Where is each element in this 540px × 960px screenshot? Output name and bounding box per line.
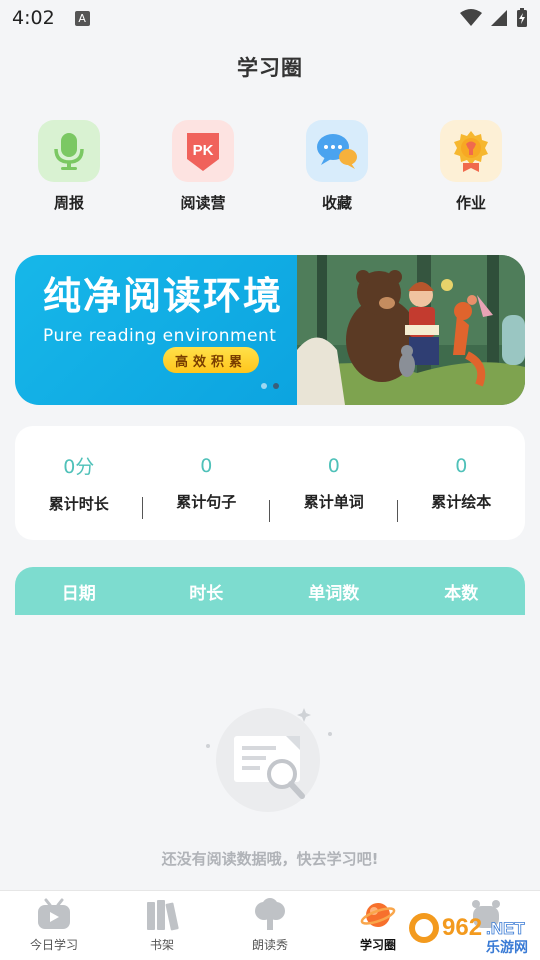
nav-label: 今日学习 <box>29 938 78 952</box>
stat-value: 0 <box>327 454 340 477</box>
tv-icon <box>36 897 72 933</box>
records-table-header: 日期 时长 单词数 本数 <box>15 567 525 615</box>
tree-icon <box>252 897 288 933</box>
empty-state-message: 还没有阅读数据哦，快去学习吧! <box>161 850 379 868</box>
banner-pagination <box>261 383 279 389</box>
microphone-icon <box>38 120 100 182</box>
banner-subtitle: Pure reading environment <box>43 326 277 346</box>
quick-action-label: 作业 <box>455 194 486 212</box>
nav-label: 朗读秀 <box>251 938 288 952</box>
stat-value: 0 <box>455 454 468 477</box>
books-icon <box>144 897 180 933</box>
stat-value: 0分 <box>63 456 95 478</box>
quick-actions: 周报 PK 阅读营 收藏 作业 <box>0 120 540 213</box>
stat-value: 0 <box>200 454 213 477</box>
nav-item-bookshelf[interactable]: 书架 <box>108 891 216 960</box>
stat-total-picturebooks: 0 累计绘本 <box>398 455 526 512</box>
nav-label: 书架 <box>149 938 174 952</box>
favorites-button[interactable]: 收藏 <box>282 120 392 213</box>
svg-text:.NET: .NET <box>486 919 525 938</box>
promo-banner[interactable]: 纯净阅读环境 Pure reading environment 高效积累 <box>15 255 525 405</box>
stat-label: 累计绘本 <box>431 492 492 511</box>
svg-text:PK: PK <box>193 142 214 159</box>
banner-cta-button[interactable]: 高效积累 <box>163 347 260 373</box>
svg-text:乐游网: 乐游网 <box>486 939 528 956</box>
document-search-icon <box>200 700 340 820</box>
chat-bubbles-icon <box>306 120 368 182</box>
status-bar: 4:02 A <box>0 0 540 36</box>
column-header-book-count: 本数 <box>444 583 479 604</box>
battery-icon <box>517 8 527 27</box>
planet-icon <box>360 897 396 933</box>
medal-icon <box>440 120 502 182</box>
quick-action-label: 收藏 <box>321 194 352 212</box>
banner-dot-active[interactable] <box>273 383 279 389</box>
nav-item-reading-show[interactable]: 朗读秀 <box>216 891 324 960</box>
stat-label: 累计单词 <box>303 492 364 511</box>
pk-shield-icon: PK <box>172 120 234 182</box>
nav-item-today[interactable]: 今日学习 <box>0 891 108 960</box>
banner-title: 纯净阅读环境 <box>43 274 284 318</box>
nav-label: 学习圈 <box>359 938 396 952</box>
column-header-date: 日期 <box>61 583 96 604</box>
weekly-report-button[interactable]: 周报 <box>14 120 124 213</box>
status-time: 4:02 <box>12 7 55 29</box>
quick-action-label: 周报 <box>53 194 84 212</box>
status-icons <box>460 8 528 28</box>
banner-illustration <box>297 255 525 405</box>
stat-total-words: 0 累计单词 <box>270 454 398 522</box>
homework-button[interactable]: 作业 <box>416 120 526 213</box>
banner-dot[interactable] <box>261 383 267 389</box>
notification-icon: A <box>74 10 90 26</box>
watermark-logo: 962 .NET 乐游网 <box>404 906 536 956</box>
wifi-icon <box>460 9 482 26</box>
column-header-word-count: 单词数 <box>308 583 360 604</box>
stat-total-time: 0分 累计时长 <box>15 452 143 519</box>
signal-icon <box>491 10 507 26</box>
stat-total-sentences: 0 累计句子 <box>143 454 270 522</box>
svg-text:962: 962 <box>442 914 482 941</box>
banner-text-panel: 纯净阅读环境 Pure reading environment 高效积累 <box>15 255 297 405</box>
reading-camp-button[interactable]: PK 阅读营 <box>148 120 258 213</box>
stat-label: 累计句子 <box>176 492 237 511</box>
column-header-duration: 时长 <box>189 583 224 604</box>
quick-action-label: 阅读营 <box>180 194 226 212</box>
stats-card: 0分 累计时长 0 累计句子 0 累计单词 0 累计绘本 <box>15 426 525 540</box>
page-title: 学习圈 <box>237 56 303 80</box>
stat-label: 累计时长 <box>48 495 109 513</box>
